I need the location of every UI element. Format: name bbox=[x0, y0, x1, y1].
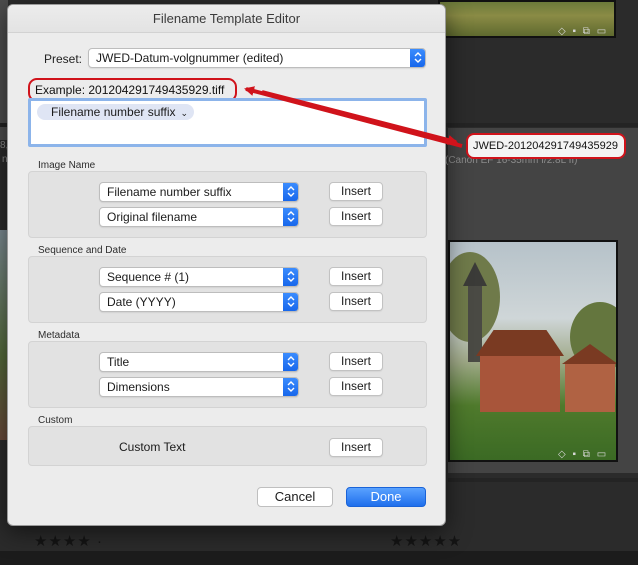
section-sequence-date: Sequence # (1) Insert Date (YYYY) Insert bbox=[28, 256, 427, 323]
preset-select[interactable]: JWED-Datum-volgnummer (edited) bbox=[88, 48, 426, 68]
up-down-chevron-icon bbox=[283, 378, 298, 396]
sequence-select[interactable]: Sequence # (1) bbox=[99, 267, 299, 287]
section-custom: Custom Text Insert bbox=[28, 426, 427, 466]
image-name-select-1-value: Filename number suffix bbox=[107, 185, 232, 199]
filmstrip-bar bbox=[0, 551, 638, 565]
image-name-select-2[interactable]: Original filename bbox=[99, 207, 299, 227]
up-down-chevron-icon bbox=[283, 353, 298, 371]
date-select[interactable]: Date (YYYY) bbox=[99, 292, 299, 312]
section-label-custom: Custom bbox=[38, 415, 73, 426]
up-down-chevron-icon bbox=[283, 208, 298, 226]
cancel-button[interactable]: Cancel bbox=[257, 487, 333, 507]
grid-divider-right bbox=[448, 478, 638, 482]
image-name-select-1[interactable]: Filename number suffix bbox=[99, 182, 299, 202]
insert-button-sequence[interactable]: Insert bbox=[329, 267, 383, 286]
chevron-down-icon[interactable]: ⌄ bbox=[181, 108, 189, 118]
photo-image bbox=[450, 242, 616, 460]
date-select-value: Date (YYYY) bbox=[107, 295, 176, 309]
preset-value: JWED-Datum-volgnummer (edited) bbox=[96, 51, 284, 65]
insert-button-dimensions[interactable]: Insert bbox=[329, 377, 383, 396]
template-token-field[interactable]: Filename number suffix ⌄ bbox=[28, 98, 427, 147]
filename-template-editor-dialog: Filename Template Editor Preset: JWED-Da… bbox=[7, 4, 446, 526]
image-name-select-2-value: Original filename bbox=[107, 210, 198, 224]
section-label-image-name: Image Name bbox=[38, 160, 96, 171]
metadata-select-title-value: Title bbox=[107, 355, 130, 369]
example-value: 201204291749435929.tiff bbox=[88, 83, 225, 97]
rating-stars-left[interactable]: ★★★★ · bbox=[34, 532, 103, 550]
insert-button-date[interactable]: Insert bbox=[329, 292, 383, 311]
token-filename-number-suffix[interactable]: Filename number suffix ⌄ bbox=[37, 104, 195, 120]
up-down-chevron-icon bbox=[283, 293, 298, 311]
section-image-name: Filename number suffix Insert Original f… bbox=[28, 171, 427, 238]
photo-thumbnail-village[interactable] bbox=[448, 240, 618, 462]
up-down-chevron-icon bbox=[283, 183, 298, 201]
preset-label: Preset: bbox=[44, 52, 83, 66]
insert-button-image-name-2[interactable]: Insert bbox=[329, 207, 383, 226]
preset-row: Preset: JWED-Datum-volgnummer (edited) bbox=[8, 48, 445, 70]
section-metadata: Title Insert Dimensions Insert bbox=[28, 341, 427, 408]
section-label-metadata: Metadata bbox=[38, 330, 80, 341]
insert-button-custom[interactable]: Insert bbox=[329, 438, 383, 457]
insert-button-image-name-1[interactable]: Insert bbox=[329, 182, 383, 201]
filename-highlight: JWED-201204291749435929 bbox=[466, 133, 626, 159]
up-down-chevron-icon bbox=[410, 49, 425, 67]
insert-button-title[interactable]: Insert bbox=[329, 352, 383, 371]
custom-text-label: Custom Text bbox=[119, 440, 186, 454]
sequence-select-value: Sequence # (1) bbox=[107, 270, 190, 284]
thumbnail-badges-top: ◇ ▪ ⧉ ▭ bbox=[558, 26, 609, 37]
token-label: Filename number suffix bbox=[51, 105, 176, 119]
metadata-select-dimensions[interactable]: Dimensions bbox=[99, 377, 299, 397]
rating-stars-right[interactable]: ★★★★★ bbox=[390, 532, 462, 550]
done-button[interactable]: Done bbox=[346, 487, 426, 507]
metadata-select-title[interactable]: Title bbox=[99, 352, 299, 372]
up-down-chevron-icon bbox=[283, 268, 298, 286]
metadata-select-dimensions-value: Dimensions bbox=[107, 380, 170, 394]
thumbnail-badges-bottom: ◇ ▪ ⧉ ▭ bbox=[558, 449, 609, 460]
dialog-title: Filename Template Editor bbox=[8, 5, 445, 33]
section-label-sequence-date: Sequence and Date bbox=[38, 245, 127, 256]
example-label: Example: bbox=[35, 83, 86, 97]
